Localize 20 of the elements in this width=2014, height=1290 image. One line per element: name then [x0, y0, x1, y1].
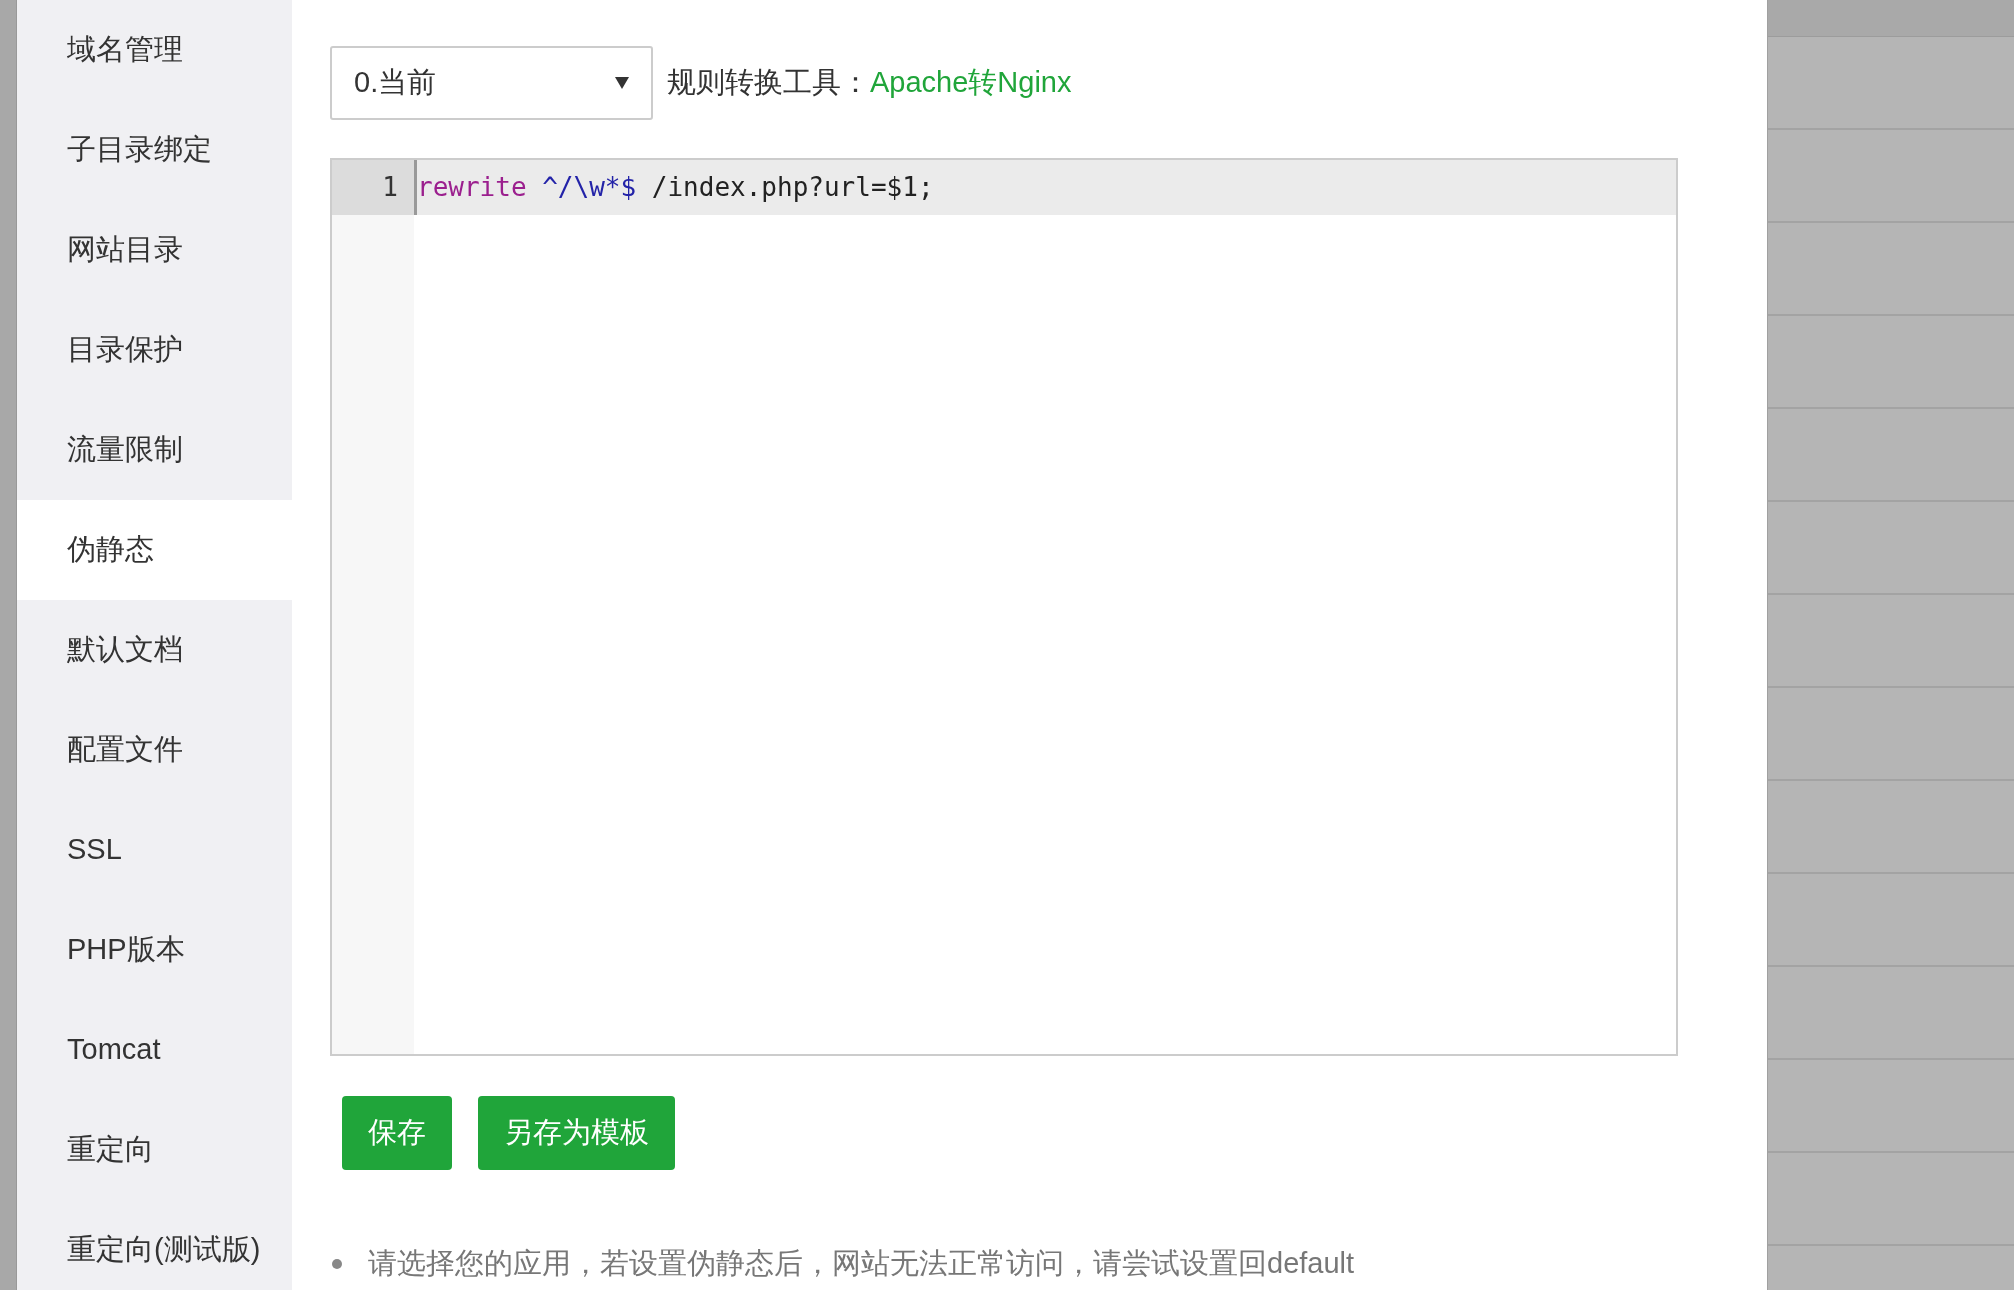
sidebar-item[interactable]: 伪静态	[17, 500, 292, 600]
sidebar-item[interactable]: 域名管理	[17, 0, 292, 100]
sidebar-item[interactable]: 流量限制	[17, 400, 292, 500]
sidebar-item[interactable]: SSL	[17, 800, 292, 900]
template-select[interactable]: 0.当前	[330, 46, 653, 120]
sidebar-item[interactable]: 默认文档	[17, 600, 292, 700]
sidebar-item[interactable]: 重定向	[17, 1100, 292, 1200]
line-number: 1	[332, 160, 414, 215]
sidebar-item[interactable]: PHP版本	[17, 900, 292, 1000]
code-editor[interactable]: 1 rewrite ^/\w*$ /index.php?url=$1;	[330, 158, 1678, 1056]
sidebar-item[interactable]: 配置文件	[17, 700, 292, 800]
bullet-icon	[332, 1258, 342, 1269]
note-text: 请选择您的应用，若设置伪静态后，网站无法正常访问，请尝试设置回default	[368, 1246, 1355, 1281]
sidebar-item[interactable]: 重定向(测试版)	[17, 1200, 292, 1290]
sidebar-item[interactable]: 网站目录	[17, 200, 292, 300]
tool-label: 规则转换工具：	[667, 65, 870, 101]
dropdown-icon	[615, 77, 629, 89]
sidebar-item[interactable]: 目录保护	[17, 300, 292, 400]
sidebar-item[interactable]: Tomcat	[17, 1000, 292, 1100]
sidebar-item[interactable]: 子目录绑定	[17, 100, 292, 200]
